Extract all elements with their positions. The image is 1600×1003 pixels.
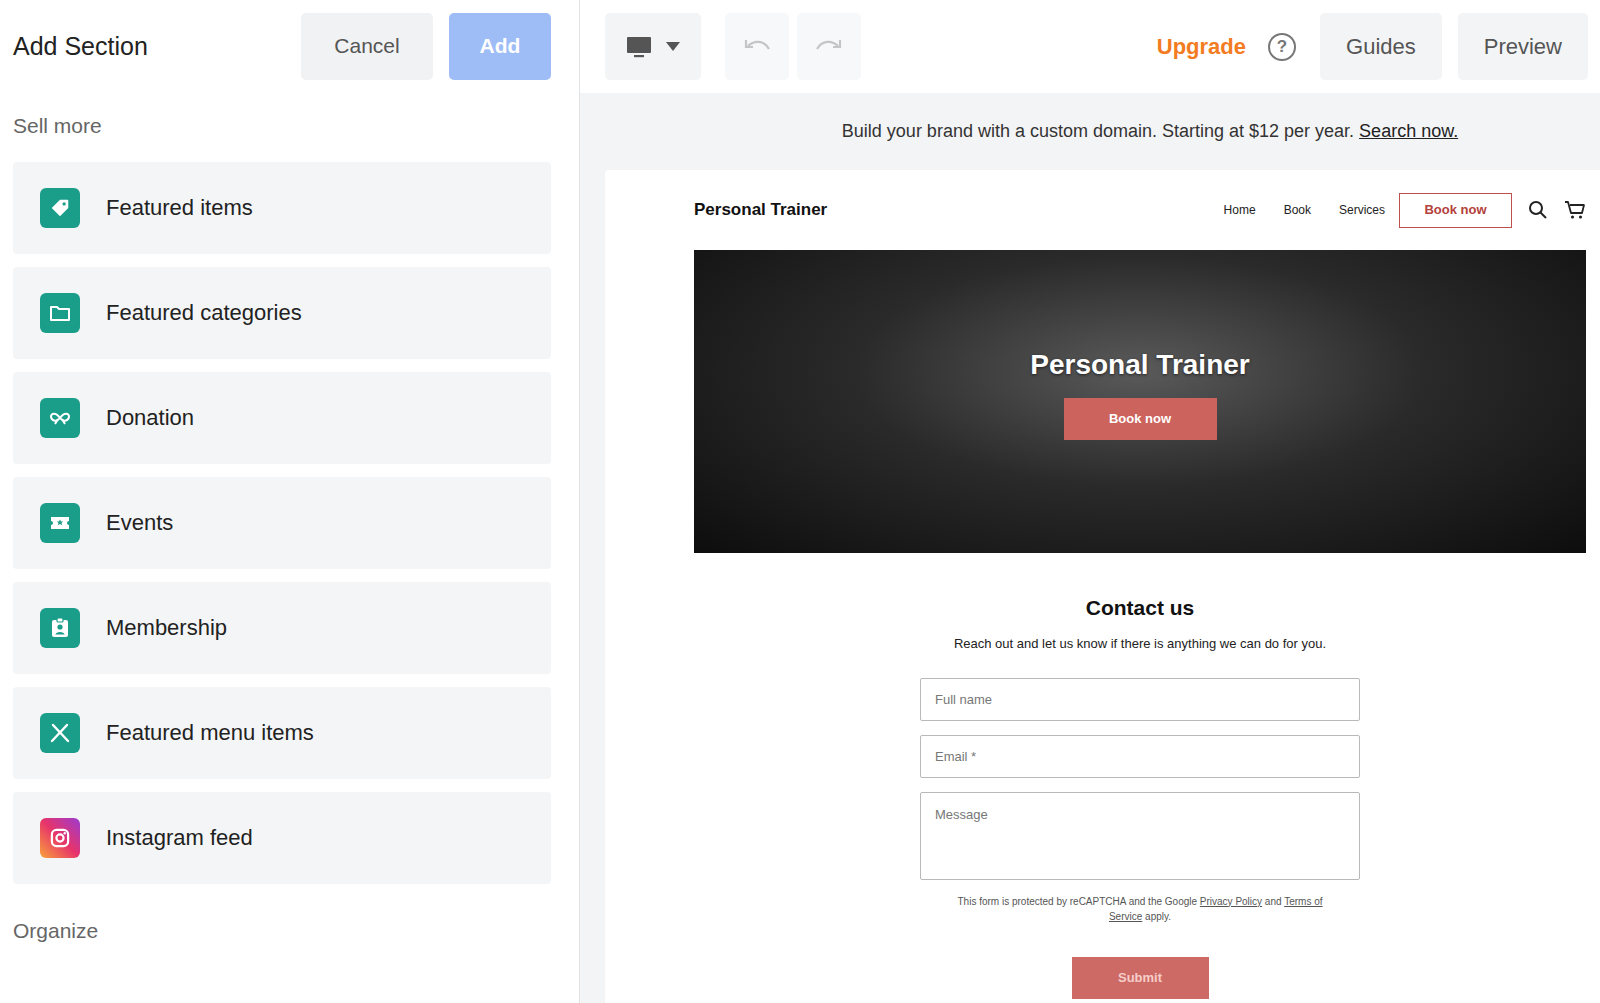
- section-option[interactable]: Instagram feed: [13, 792, 551, 884]
- hero-title: Personal Trainer: [1030, 344, 1249, 386]
- section-option[interactable]: Events: [13, 477, 551, 569]
- section-option-label: Donation: [106, 401, 194, 434]
- section-option-label: Membership: [106, 611, 227, 644]
- site-brand[interactable]: Personal Trainer: [694, 197, 827, 223]
- undo-button[interactable]: [725, 13, 789, 80]
- guides-button[interactable]: Guides: [1320, 13, 1442, 80]
- section-option-label: Featured items: [106, 191, 253, 224]
- section-option-label: Featured categories: [106, 296, 302, 329]
- device-selector[interactable]: [605, 13, 701, 80]
- section-group: Organize: [13, 897, 551, 967]
- section-option[interactable]: Featured categories: [13, 267, 551, 359]
- nav-link[interactable]: Book: [1284, 201, 1311, 219]
- recaptcha-text: This form is protected by reCAPTCHA and …: [957, 896, 1197, 907]
- section-option-label: Featured menu items: [106, 716, 314, 749]
- group-label: Organize: [13, 915, 551, 947]
- utensils-icon: [40, 713, 80, 753]
- contact-title: Contact us: [1086, 595, 1195, 620]
- section-option[interactable]: Donation: [13, 372, 551, 464]
- ribbon-icon: [40, 398, 80, 438]
- nav-link[interactable]: Home: [1224, 201, 1256, 219]
- message-field[interactable]: [920, 792, 1360, 880]
- search-icon[interactable]: [1528, 200, 1548, 220]
- help-icon[interactable]: ?: [1268, 33, 1296, 61]
- banner-text: Build your brand with a custom domain. S…: [842, 118, 1354, 145]
- text-field[interactable]: [920, 678, 1360, 721]
- site-preview: Personal Trainer Home Book Services Book now…: [605, 170, 1600, 1003]
- section-option[interactable]: Featured menu items: [13, 687, 551, 779]
- panel-header: Add Section CancelAdd: [13, 0, 551, 92]
- contact-section: Contact us Reach out and let us know if t…: [694, 553, 1586, 999]
- nav-link[interactable]: Services: [1339, 201, 1385, 219]
- recaptcha-text: apply.: [1145, 911, 1171, 922]
- tag-icon: [40, 188, 80, 228]
- ticket-icon: [40, 503, 80, 543]
- recaptcha-text: and: [1265, 896, 1282, 907]
- section-option-label: Events: [106, 506, 173, 539]
- preview-button[interactable]: Preview: [1458, 13, 1588, 80]
- search-domain-link[interactable]: Search now.: [1359, 118, 1458, 145]
- redo-icon: [815, 37, 843, 57]
- section-option-label: Instagram feed: [106, 821, 253, 854]
- hero-book-button[interactable]: Book now: [1064, 398, 1217, 440]
- contact-form: This form is protected by reCAPTCHA and …: [920, 678, 1360, 999]
- redo-button[interactable]: [797, 13, 861, 80]
- caret-down-icon: [666, 42, 680, 52]
- section-option[interactable]: Membership: [13, 582, 551, 674]
- privacy-policy-link[interactable]: Privacy Policy: [1200, 896, 1262, 907]
- cancel-button[interactable]: Cancel: [301, 13, 433, 80]
- add-button[interactable]: Add: [449, 13, 551, 80]
- editor-area: Upgrade? GuidesPreview Build your brand wi…: [580, 0, 1600, 1003]
- submit-button[interactable]: Submit: [1072, 957, 1209, 999]
- contact-subtitle: Reach out and let us know if there is an…: [954, 634, 1326, 654]
- panel-title: Add Section: [13, 31, 148, 61]
- badge-icon: [40, 608, 80, 648]
- recaptcha-notice: This form is protected by reCAPTCHA and …: [940, 894, 1340, 925]
- cart-icon[interactable]: [1564, 200, 1586, 220]
- section-group: Sell more Featured items Featured categori…: [13, 92, 551, 897]
- domain-banner: Build your brand with a custom domain. S…: [580, 93, 1600, 170]
- hero-banner: Personal Trainer Book now: [694, 250, 1586, 553]
- group-label: Sell more: [13, 110, 551, 142]
- editor-toolbar: Upgrade? GuidesPreview: [580, 0, 1600, 93]
- section-option[interactable]: Featured items: [13, 162, 551, 254]
- folder-icon: [40, 293, 80, 333]
- upgrade-link[interactable]: Upgrade: [1157, 30, 1246, 63]
- site-navbar: Personal Trainer Home Book Services Book now: [694, 170, 1586, 250]
- text-field[interactable]: [920, 735, 1360, 778]
- desktop-icon: [626, 35, 652, 59]
- book-now-button[interactable]: Book now: [1399, 193, 1512, 228]
- add-section-panel: Add Section CancelAdd Sell more Featured it…: [0, 0, 580, 1003]
- undo-icon: [743, 37, 771, 57]
- instagram-icon: [40, 818, 80, 858]
